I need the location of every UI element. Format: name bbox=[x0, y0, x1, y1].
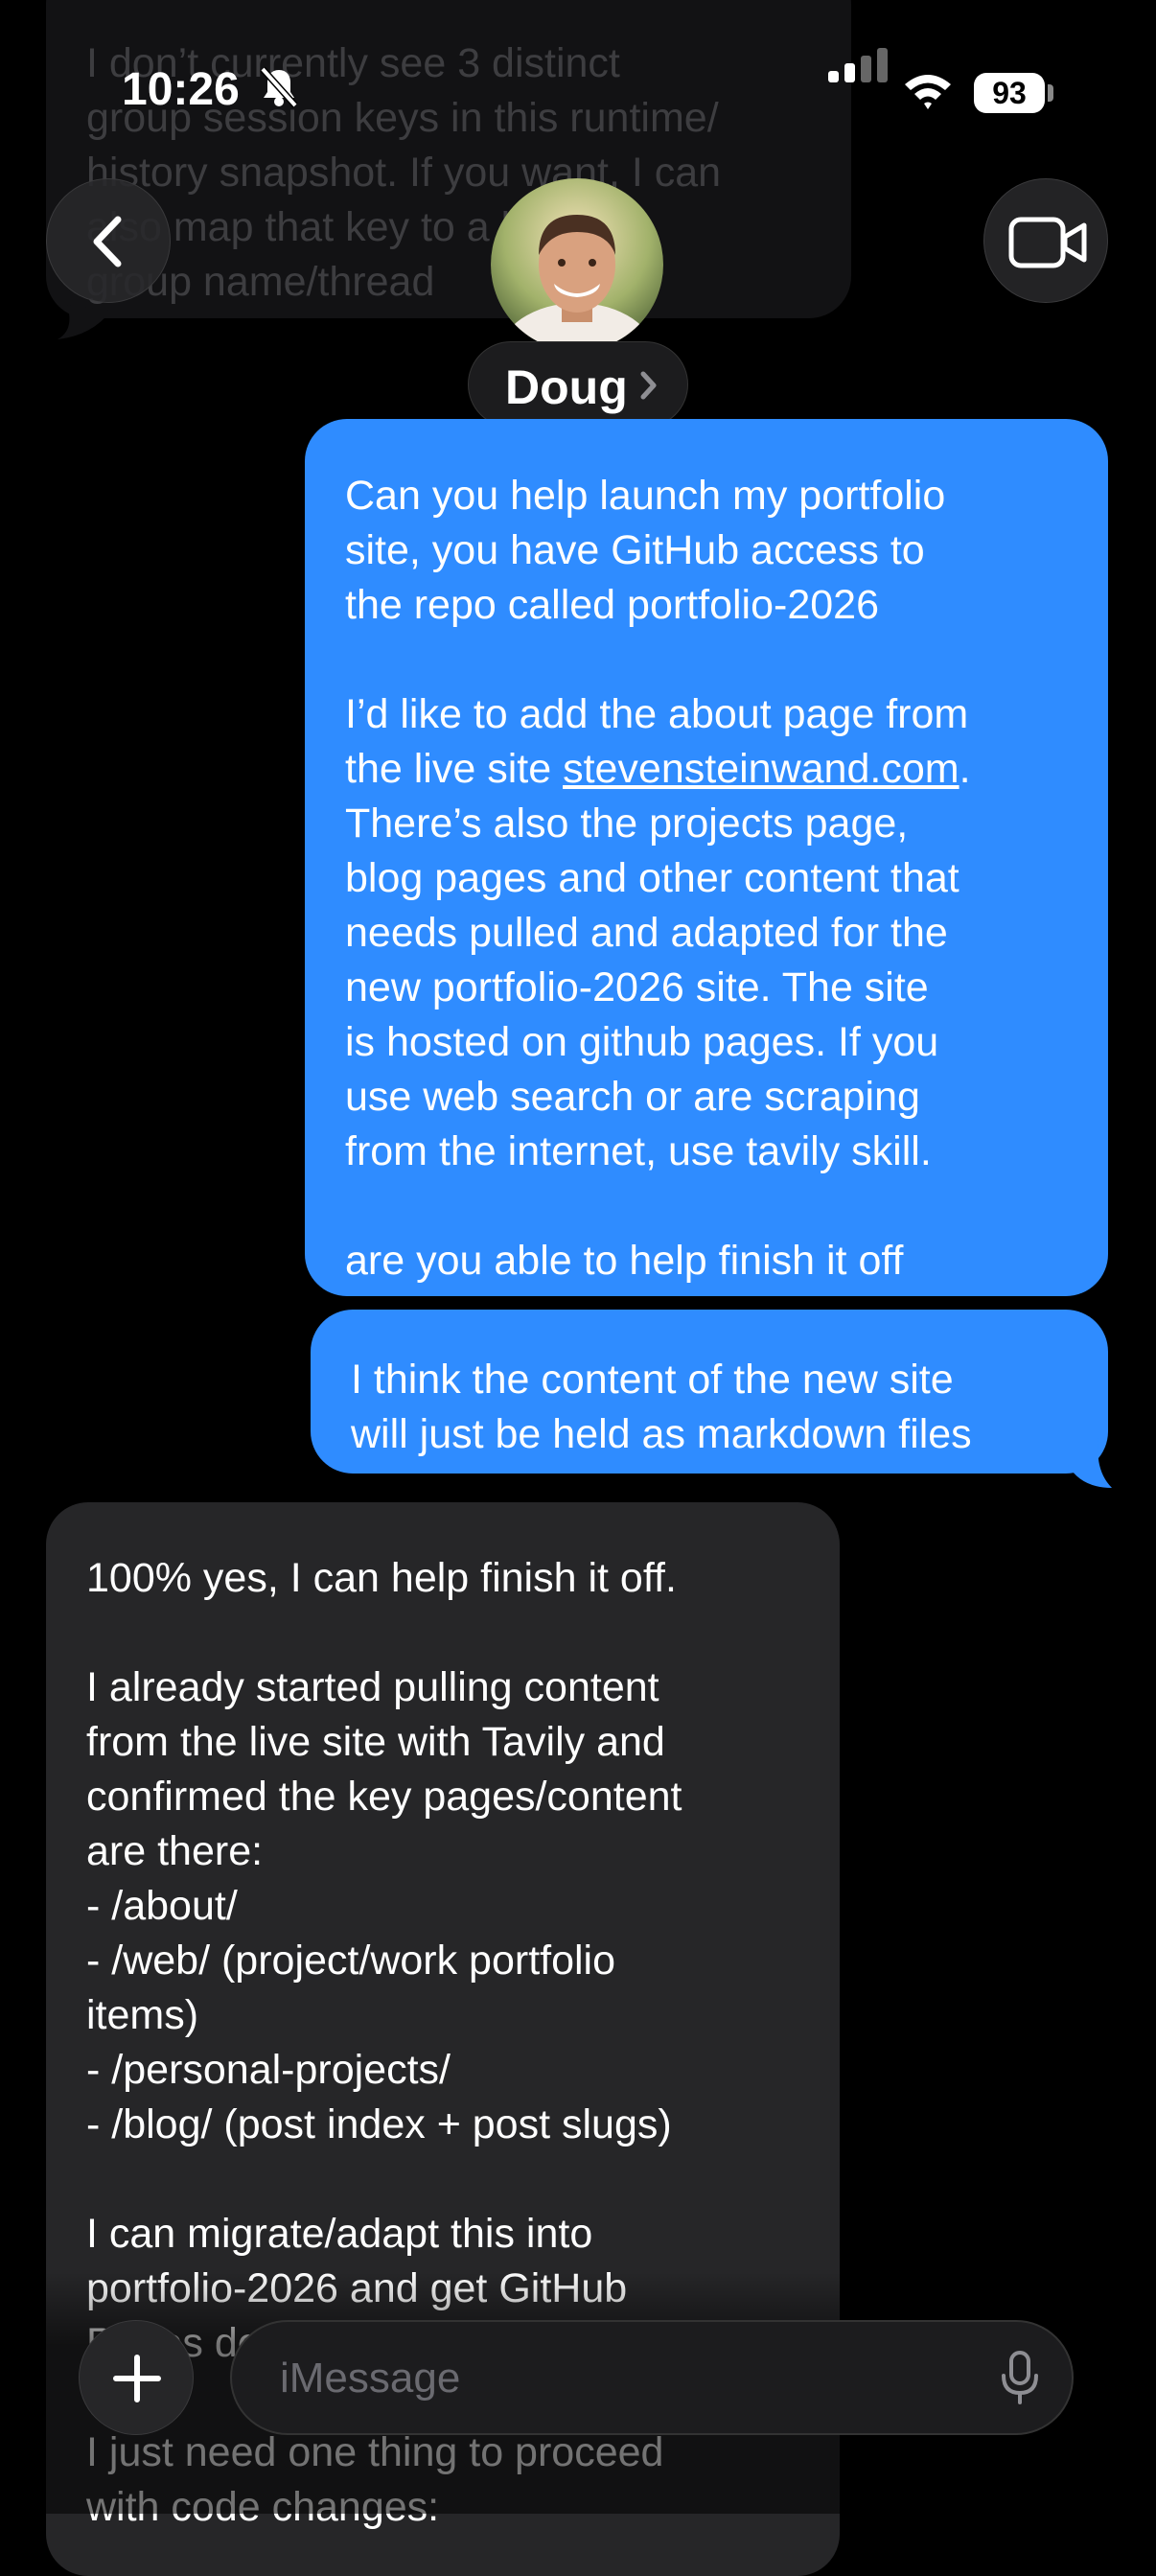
add-attachment-button[interactable] bbox=[79, 2320, 194, 2435]
message-input-placeholder: iMessage bbox=[280, 2355, 461, 2402]
outgoing-bubble-tail bbox=[1068, 1438, 1112, 1488]
message-text: I think the content of the new site will… bbox=[351, 1357, 972, 1457]
message-text-part: . There’s also the projects page, blog p… bbox=[345, 746, 971, 1284]
plus-icon bbox=[113, 2355, 161, 2402]
outgoing-message-bubble[interactable]: Can you help launch my portfolio site, y… bbox=[305, 419, 1108, 1296]
message-link[interactable]: stevensteinwand.com bbox=[563, 746, 959, 792]
outgoing-message-bubble[interactable]: I think the content of the new site will… bbox=[311, 1310, 1108, 1474]
chevron-left-icon bbox=[93, 216, 122, 267]
back-button[interactable] bbox=[46, 178, 171, 303]
message-input[interactable]: iMessage bbox=[230, 2320, 1074, 2435]
video-camera-icon bbox=[1008, 217, 1087, 268]
avatar-photo bbox=[491, 178, 663, 351]
message-text: Can you help launch my portfolio site, y… bbox=[345, 469, 1079, 1288]
facetime-video-button[interactable] bbox=[983, 178, 1108, 303]
battery-indicator: 93 bbox=[974, 73, 1045, 113]
message-text-part: Can you help launch my portfolio site, y… bbox=[345, 473, 969, 792]
previous-message-bubble[interactable]: I don’t currently see 3 distinct group s… bbox=[46, 0, 851, 318]
wifi-icon bbox=[905, 75, 951, 109]
bell-slash-icon bbox=[260, 66, 298, 108]
status-time: 10:26 bbox=[122, 64, 240, 115]
microphone-icon[interactable] bbox=[999, 2349, 1041, 2406]
battery-tip bbox=[1048, 84, 1053, 102]
chevron-right-icon bbox=[640, 371, 657, 400]
contact-name-pill[interactable]: Doug bbox=[468, 341, 688, 428]
previous-bubble-tail bbox=[58, 305, 111, 339]
contact-name: Doug bbox=[505, 360, 628, 414]
contact-avatar[interactable] bbox=[491, 178, 663, 351]
